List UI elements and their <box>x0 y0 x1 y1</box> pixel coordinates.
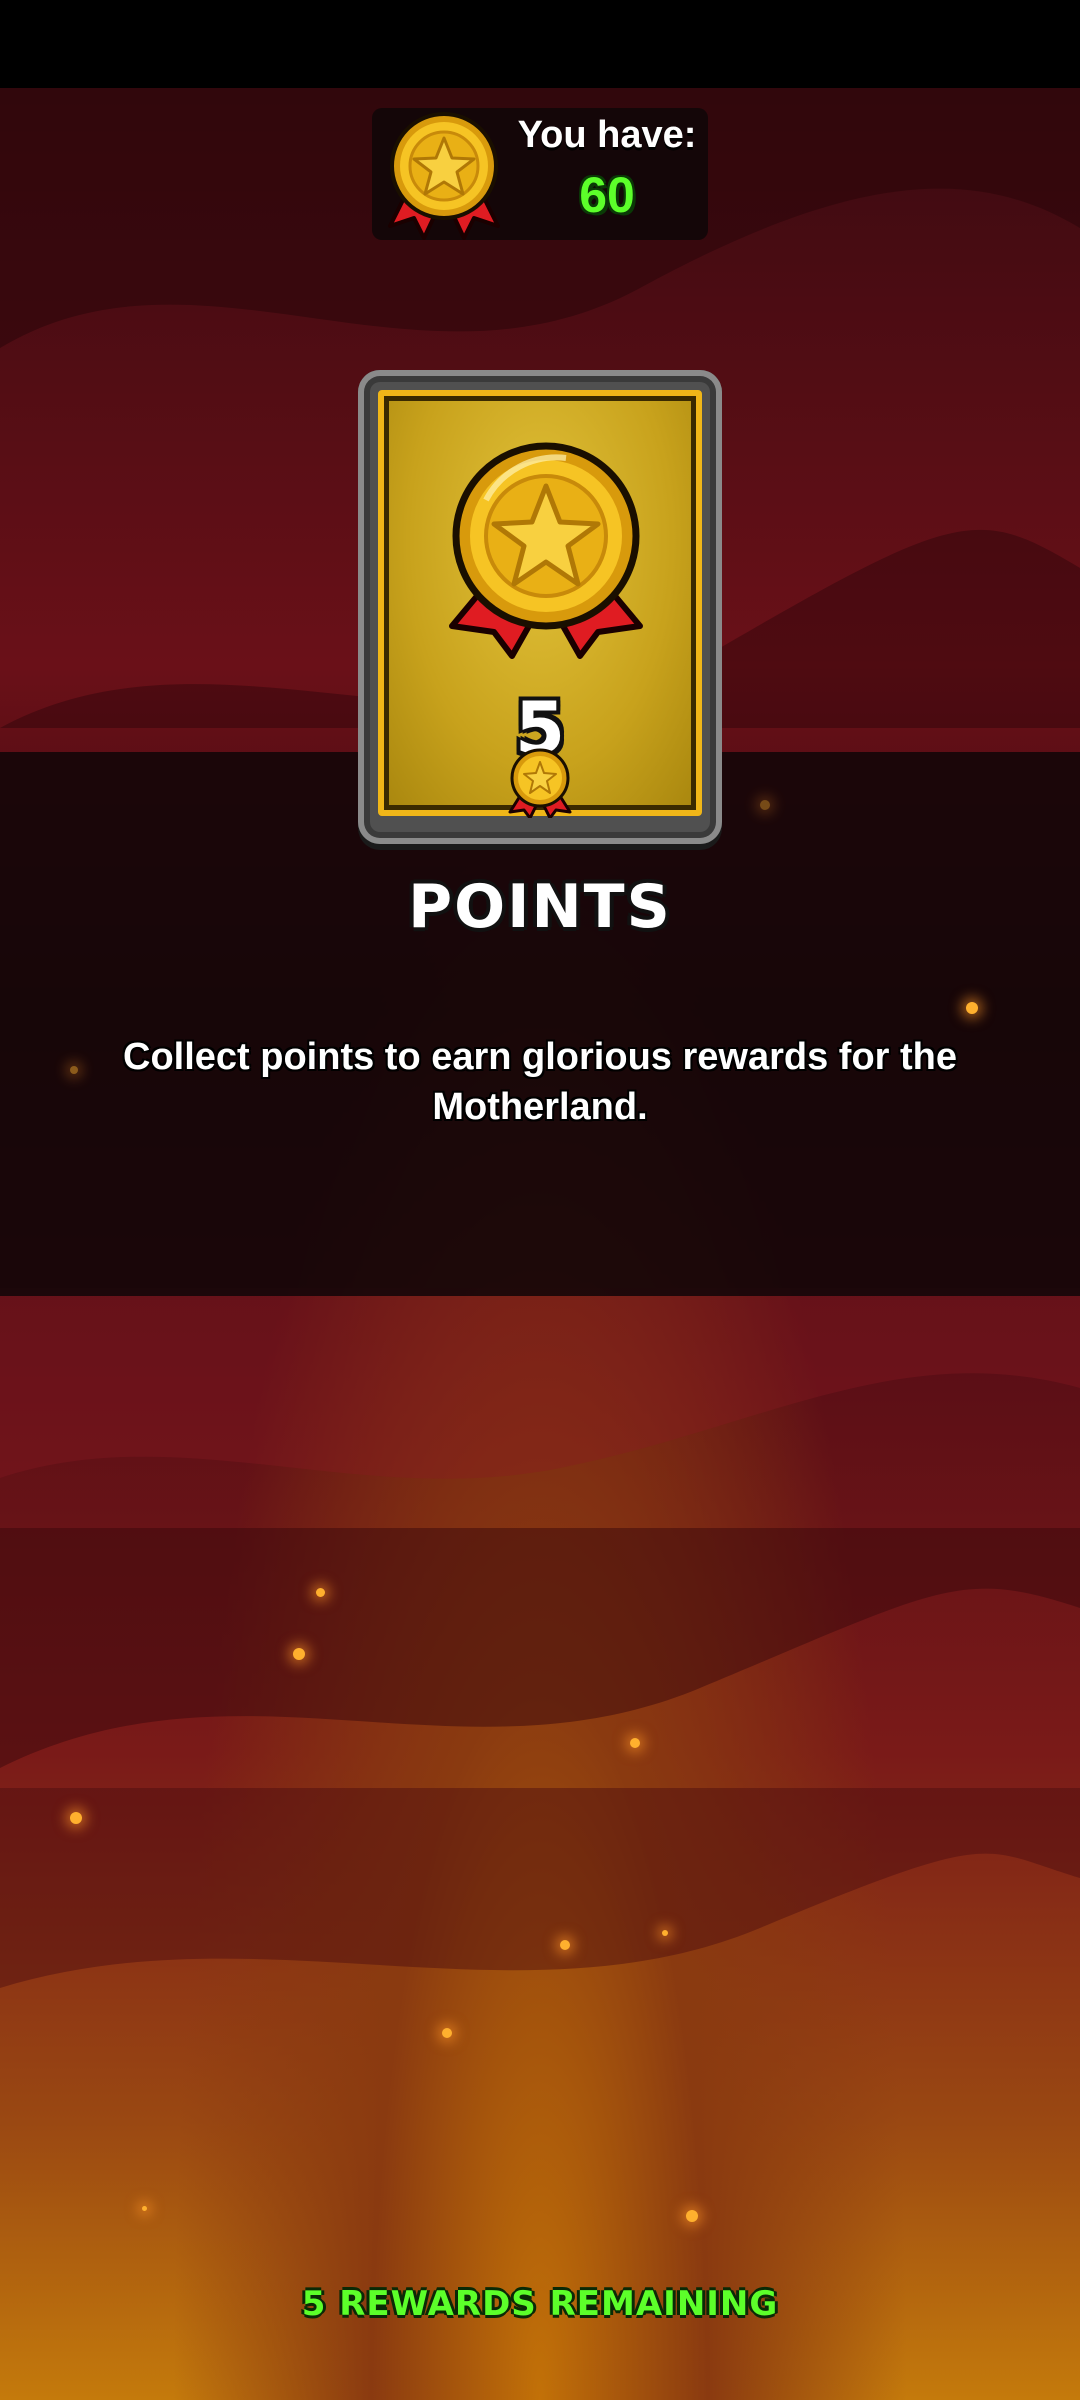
ember-particle <box>142 2206 147 2211</box>
ember-particle <box>662 1930 668 1936</box>
ember-particle <box>966 1002 978 1014</box>
reward-card-face: 5 <box>378 390 702 818</box>
points-balance: You have: 60 <box>372 108 708 240</box>
ember-particle <box>760 800 770 810</box>
medal-badge-icon <box>508 748 572 818</box>
medal-icon <box>388 112 500 240</box>
ember-particle <box>630 1738 640 1748</box>
rewards-remaining: 5 REWARDS REMAINING <box>301 2284 779 2324</box>
ember-particle <box>70 1066 78 1074</box>
reward-description: Collect points to earn glorious rewards … <box>123 1036 957 1128</box>
ember-particle <box>70 1812 82 1824</box>
ember-particle <box>686 2210 698 2222</box>
balance-value: 60 <box>579 167 635 223</box>
reward-card: 5 <box>358 370 722 844</box>
ember-particle <box>316 1588 325 1597</box>
reward-title: POINTS <box>408 872 672 942</box>
medal-icon <box>449 442 643 659</box>
balance-label: You have: <box>517 114 697 156</box>
ember-particle <box>293 1648 305 1660</box>
status-bar <box>0 0 1080 88</box>
ember-particle <box>442 2028 452 2038</box>
ember-particle <box>560 1940 570 1950</box>
